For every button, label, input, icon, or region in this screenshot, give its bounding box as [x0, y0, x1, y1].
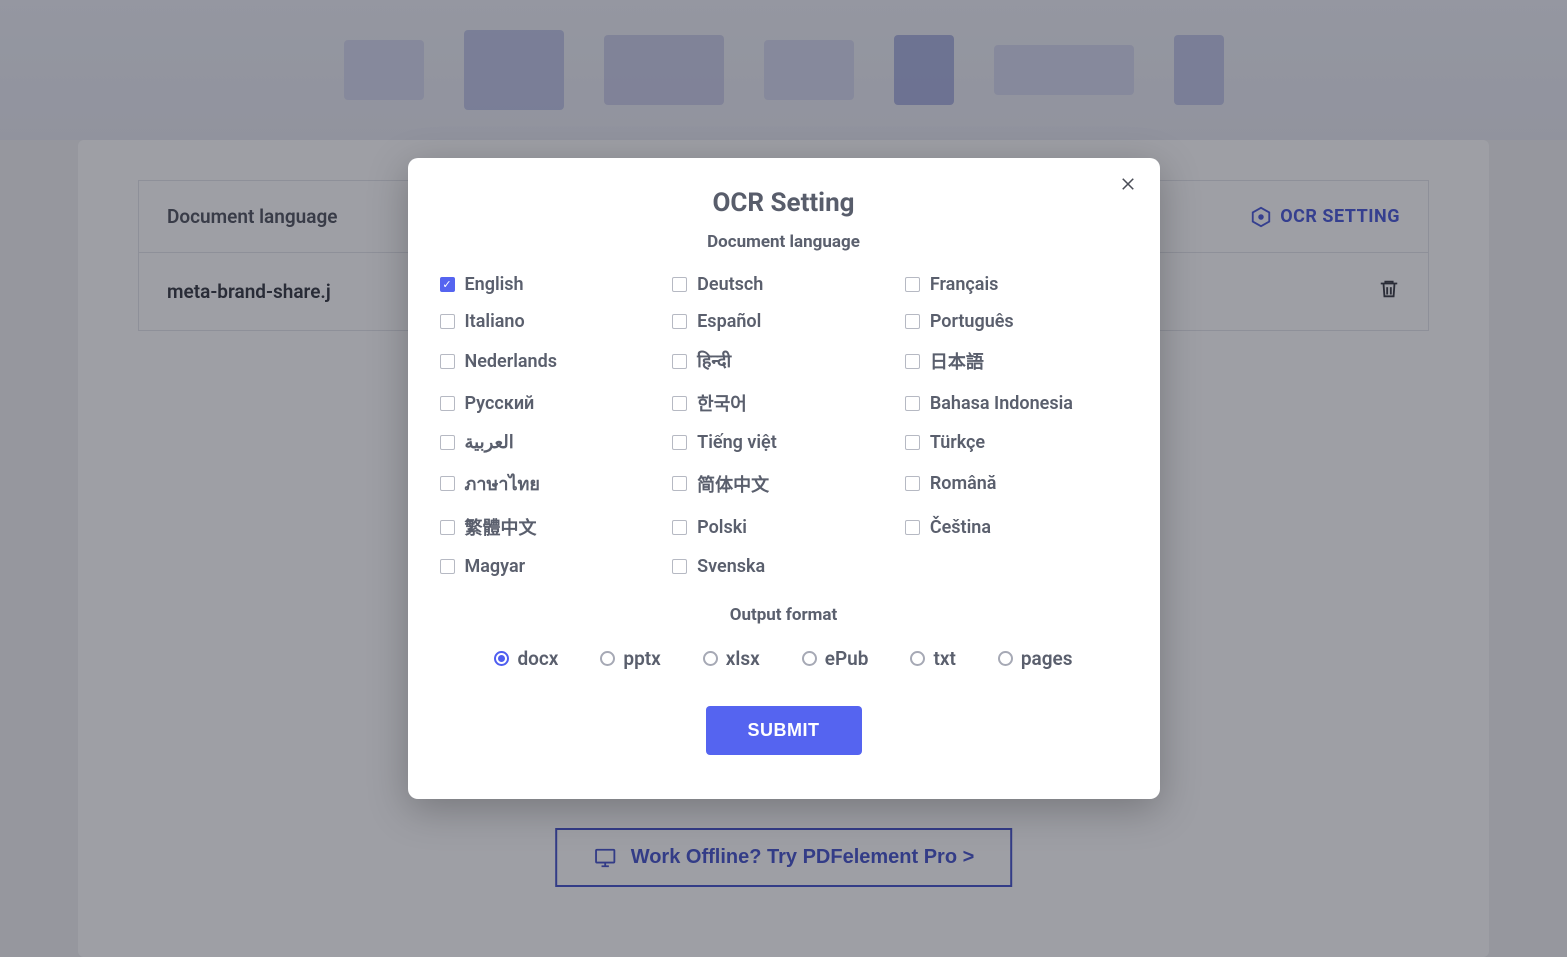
language-label: Tiếng việt — [697, 432, 777, 453]
radio-icon — [703, 651, 718, 666]
language-checkbox[interactable]: Tiếng việt — [672, 432, 895, 453]
language-label: Türkçe — [930, 432, 985, 453]
format-label: docx — [517, 647, 558, 670]
checkbox-icon — [440, 435, 455, 450]
language-checkbox[interactable]: Français — [905, 274, 1128, 295]
language-checkbox[interactable]: Magyar — [440, 556, 663, 577]
language-label: Română — [930, 473, 997, 494]
language-label: 한국어 — [697, 390, 747, 416]
language-checkbox[interactable]: Română — [905, 469, 1128, 498]
language-checkbox[interactable]: English — [440, 274, 663, 295]
checkbox-icon — [440, 396, 455, 411]
language-checkbox[interactable]: 한국어 — [672, 390, 895, 416]
close-icon — [1121, 177, 1135, 191]
checkbox-icon — [672, 559, 687, 574]
output-format-option[interactable]: xlsx — [703, 647, 760, 670]
language-label: Čeština — [930, 517, 991, 538]
language-label: English — [465, 274, 524, 295]
checkbox-icon — [440, 277, 455, 292]
radio-icon — [910, 651, 925, 666]
language-label: हिन्दी — [697, 349, 731, 373]
format-label: ePub — [825, 647, 869, 670]
checkbox-icon — [905, 277, 920, 292]
close-button[interactable] — [1118, 174, 1138, 194]
checkbox-icon — [905, 314, 920, 329]
checkbox-icon — [672, 314, 687, 329]
radio-icon — [998, 651, 1013, 666]
language-checkbox[interactable]: हिन्दी — [672, 348, 895, 374]
language-label: 日本語 — [930, 348, 984, 374]
output-format-option[interactable]: ePub — [802, 647, 869, 670]
output-format-option[interactable]: pptx — [600, 647, 660, 670]
language-checkbox[interactable]: 日本語 — [905, 348, 1128, 374]
language-label: Bahasa Indonesia — [930, 393, 1073, 414]
checkbox-icon — [905, 520, 920, 535]
submit-button[interactable]: SUBMIT — [706, 706, 862, 755]
format-label: txt — [933, 647, 955, 670]
language-section-title: Document language — [436, 232, 1132, 252]
output-format-option[interactable]: pages — [998, 647, 1073, 670]
language-checkbox[interactable]: Nederlands — [440, 348, 663, 374]
language-label: Français — [930, 274, 999, 295]
language-grid: English Deutsch Français Italiano Español Por… — [436, 274, 1132, 577]
language-label: Magyar — [465, 556, 526, 577]
checkbox-icon — [672, 354, 687, 369]
checkbox-icon — [905, 476, 920, 491]
checkbox-icon — [905, 354, 920, 369]
radio-icon — [802, 651, 817, 666]
language-checkbox[interactable]: Русский — [440, 390, 663, 416]
ocr-setting-modal: OCR Setting Document language English Deu… — [408, 158, 1160, 799]
modal-title: OCR Setting — [436, 188, 1132, 218]
language-label: Polski — [697, 517, 747, 538]
checkbox-icon — [440, 520, 455, 535]
radio-icon — [494, 651, 509, 666]
language-checkbox[interactable]: ภาษาไทย — [440, 469, 663, 498]
language-checkbox[interactable]: Español — [672, 311, 895, 332]
radio-icon — [600, 651, 615, 666]
language-label: ภาษาไทย — [465, 469, 540, 498]
checkbox-icon — [905, 435, 920, 450]
language-checkbox[interactable]: Italiano — [440, 311, 663, 332]
output-section-title: Output format — [436, 605, 1132, 625]
language-label: Svenska — [697, 556, 765, 577]
checkbox-icon — [672, 520, 687, 535]
checkbox-icon — [672, 277, 687, 292]
language-checkbox[interactable]: 繁體中文 — [440, 514, 663, 540]
language-label: العربية — [465, 432, 514, 453]
language-label: Português — [930, 311, 1014, 332]
output-format-option[interactable]: docx — [494, 647, 558, 670]
language-checkbox[interactable]: Türkçe — [905, 432, 1128, 453]
format-label: xlsx — [726, 647, 760, 670]
language-label: Nederlands — [465, 351, 558, 372]
checkbox-icon — [440, 476, 455, 491]
language-label: Русский — [465, 393, 535, 414]
checkbox-icon — [440, 314, 455, 329]
language-label: 简体中文 — [697, 471, 769, 497]
language-checkbox[interactable]: Svenska — [672, 556, 895, 577]
checkbox-icon — [905, 396, 920, 411]
checkbox-icon — [440, 354, 455, 369]
language-label: Español — [697, 311, 761, 332]
format-label: pptx — [623, 647, 660, 670]
checkbox-icon — [672, 435, 687, 450]
output-format-row: docx pptx xlsx ePub txt pages — [436, 647, 1132, 670]
language-checkbox[interactable]: العربية — [440, 432, 663, 453]
format-label: pages — [1021, 647, 1073, 670]
language-checkbox[interactable]: Čeština — [905, 514, 1128, 540]
language-label: Italiano — [465, 311, 525, 332]
language-checkbox[interactable]: Polski — [672, 514, 895, 540]
language-checkbox[interactable]: 简体中文 — [672, 469, 895, 498]
checkbox-icon — [440, 559, 455, 574]
modal-overlay[interactable]: OCR Setting Document language English Deu… — [0, 0, 1567, 957]
checkbox-icon — [672, 396, 687, 411]
language-checkbox[interactable]: Português — [905, 311, 1128, 332]
language-label: 繁體中文 — [465, 514, 537, 540]
checkbox-icon — [672, 476, 687, 491]
language-label: Deutsch — [697, 274, 763, 295]
language-checkbox[interactable]: Bahasa Indonesia — [905, 390, 1128, 416]
language-checkbox[interactable]: Deutsch — [672, 274, 895, 295]
output-format-option[interactable]: txt — [910, 647, 955, 670]
